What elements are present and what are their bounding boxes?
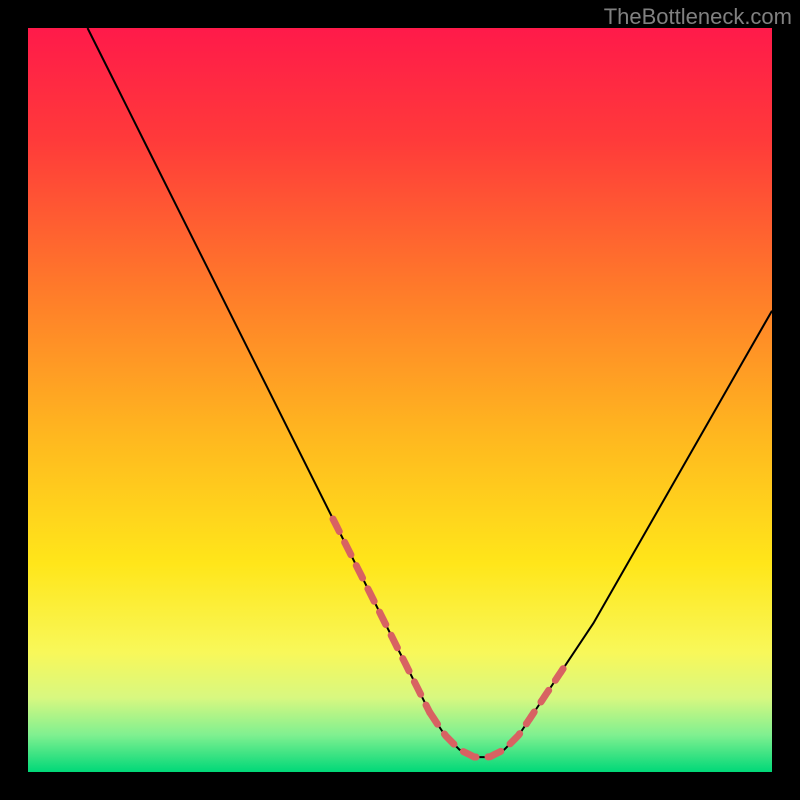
chart-svg bbox=[0, 0, 800, 800]
chart-container: TheBottleneck.com bbox=[0, 0, 800, 800]
watermark-text: TheBottleneck.com bbox=[604, 4, 792, 30]
